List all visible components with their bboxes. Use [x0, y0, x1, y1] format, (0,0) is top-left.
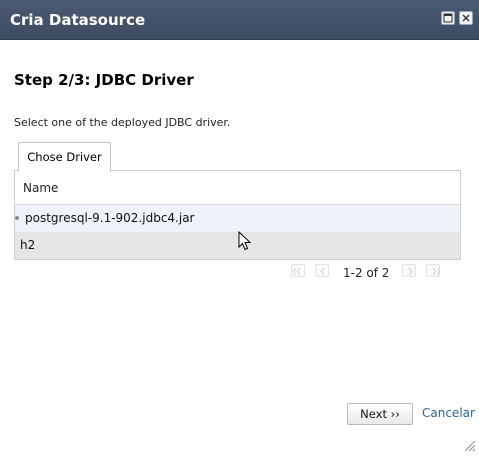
next-page-icon[interactable] [402, 264, 416, 277]
cancel-link[interactable]: Cancelar [422, 406, 475, 420]
instructions-text: Select one of the deployed JDBC driver. [14, 116, 231, 129]
first-page-icon[interactable] [291, 264, 305, 277]
table-row[interactable]: postgresql-9.1-902.jdbc4.jar [15, 205, 460, 232]
selected-row-marker [15, 216, 19, 220]
maximize-icon[interactable] [441, 11, 455, 25]
grid-header[interactable]: Name [15, 171, 460, 205]
column-header-name[interactable]: Name [23, 181, 58, 195]
row-name: h2 [20, 238, 36, 252]
tab-chose-driver[interactable]: Chose Driver [18, 142, 111, 172]
step-title: Step 2/3: JDBC Driver [14, 71, 194, 89]
row-name: postgresql-9.1-902.jdbc4.jar [25, 211, 195, 225]
resize-grip-icon[interactable] [462, 438, 476, 452]
window-title: Cria Datasource [10, 11, 146, 29]
pager-range: 1-2 of 2 [343, 266, 390, 280]
window-titlebar: Cria Datasource [0, 0, 479, 40]
prev-page-icon[interactable] [315, 264, 329, 277]
last-page-icon[interactable] [426, 264, 441, 277]
close-icon[interactable] [459, 11, 473, 25]
next-button[interactable]: Next ›› [347, 403, 413, 425]
mouse-cursor-icon [238, 231, 252, 251]
